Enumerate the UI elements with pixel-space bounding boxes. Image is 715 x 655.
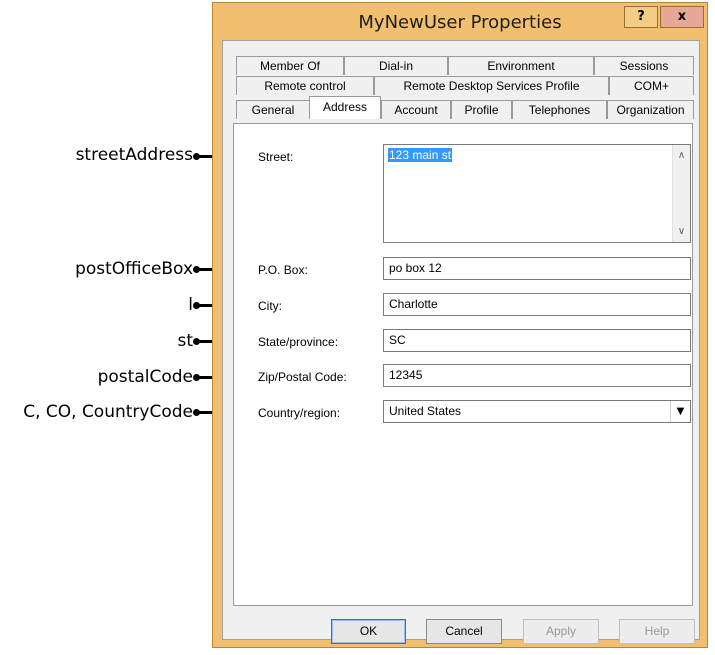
callout-street-address: streetAddress — [75, 145, 193, 165]
tab-address[interactable]: Address — [309, 96, 381, 119]
dialog-client-area: Member Of Dial-in Environment Sessions R… — [222, 40, 700, 644]
chevron-up-icon[interactable]: ∧ — [673, 147, 690, 164]
tab-profile[interactable]: Profile — [451, 100, 512, 119]
pobox-label: P.O. Box: — [258, 263, 308, 277]
country-select[interactable]: United States ▼ — [383, 400, 691, 423]
tab-remote-control[interactable]: Remote control — [236, 76, 374, 95]
properties-dialog: MyNewUser Properties ? x Member Of Dial-… — [212, 2, 708, 648]
city-label: City: — [258, 299, 282, 313]
address-tab-panel: Street: 123 main st ∧ ∨ P.O. Box: po box… — [233, 123, 693, 606]
tab-organization[interactable]: Organization — [607, 100, 694, 119]
country-value: United States — [389, 404, 462, 418]
tab-telephones[interactable]: Telephones — [512, 100, 607, 119]
leader-dot-pobox — [193, 266, 200, 273]
state-field[interactable]: SC — [383, 329, 691, 352]
tab-account[interactable]: Account — [381, 100, 451, 119]
street-value: 123 main st — [388, 148, 453, 162]
callout-postal-code: postalCode — [97, 367, 193, 387]
state-value: SC — [389, 333, 406, 347]
help-title-button[interactable]: ? — [624, 6, 658, 28]
leader-dot-state — [193, 338, 200, 345]
street-textarea[interactable]: 123 main st ∧ ∨ — [383, 144, 691, 243]
title-bar[interactable]: MyNewUser Properties ? x — [213, 3, 707, 39]
ok-button[interactable]: OK — [331, 619, 406, 644]
tab-member-of[interactable]: Member Of — [236, 56, 344, 75]
zip-value: 12345 — [389, 368, 423, 382]
question-mark-icon: ? — [637, 9, 645, 24]
street-scrollbar[interactable]: ∧ ∨ — [672, 145, 690, 242]
pobox-value: po box 12 — [389, 261, 442, 275]
country-label: Country/region: — [258, 406, 341, 420]
cancel-button[interactable]: Cancel — [426, 619, 502, 644]
tab-environment[interactable]: Environment — [448, 56, 594, 75]
tab-remote-desktop-services-profile[interactable]: Remote Desktop Services Profile — [374, 76, 609, 95]
state-label: State/province: — [258, 335, 339, 349]
leader-dot-country — [193, 409, 200, 416]
help-button[interactable]: Help — [619, 619, 695, 644]
callout-post-office-box: postOfficeBox — [75, 259, 193, 279]
zip-label: Zip/Postal Code: — [258, 370, 347, 384]
leader-dot-city — [193, 302, 200, 309]
city-field[interactable]: Charlotte — [383, 293, 691, 316]
tab-com-plus[interactable]: COM+ — [609, 76, 694, 95]
callout-state: st — [177, 331, 193, 351]
close-button[interactable]: x — [660, 6, 704, 28]
pobox-field[interactable]: po box 12 — [383, 257, 691, 280]
street-label: Street: — [258, 150, 294, 164]
leader-dot-zip — [193, 374, 200, 381]
triangle-down-icon[interactable]: ▼ — [670, 401, 690, 422]
tab-sessions[interactable]: Sessions — [594, 56, 694, 75]
zip-field[interactable]: 12345 — [383, 364, 691, 387]
city-value: Charlotte — [389, 297, 438, 311]
apply-button[interactable]: Apply — [523, 619, 599, 644]
tab-general[interactable]: General — [236, 100, 310, 119]
close-icon: x — [677, 9, 687, 24]
callout-country-code: C, CO, CountryCode — [23, 402, 193, 422]
chevron-down-icon[interactable]: ∨ — [673, 223, 690, 240]
leader-dot-street — [193, 153, 200, 160]
tab-dial-in[interactable]: Dial-in — [344, 56, 448, 75]
